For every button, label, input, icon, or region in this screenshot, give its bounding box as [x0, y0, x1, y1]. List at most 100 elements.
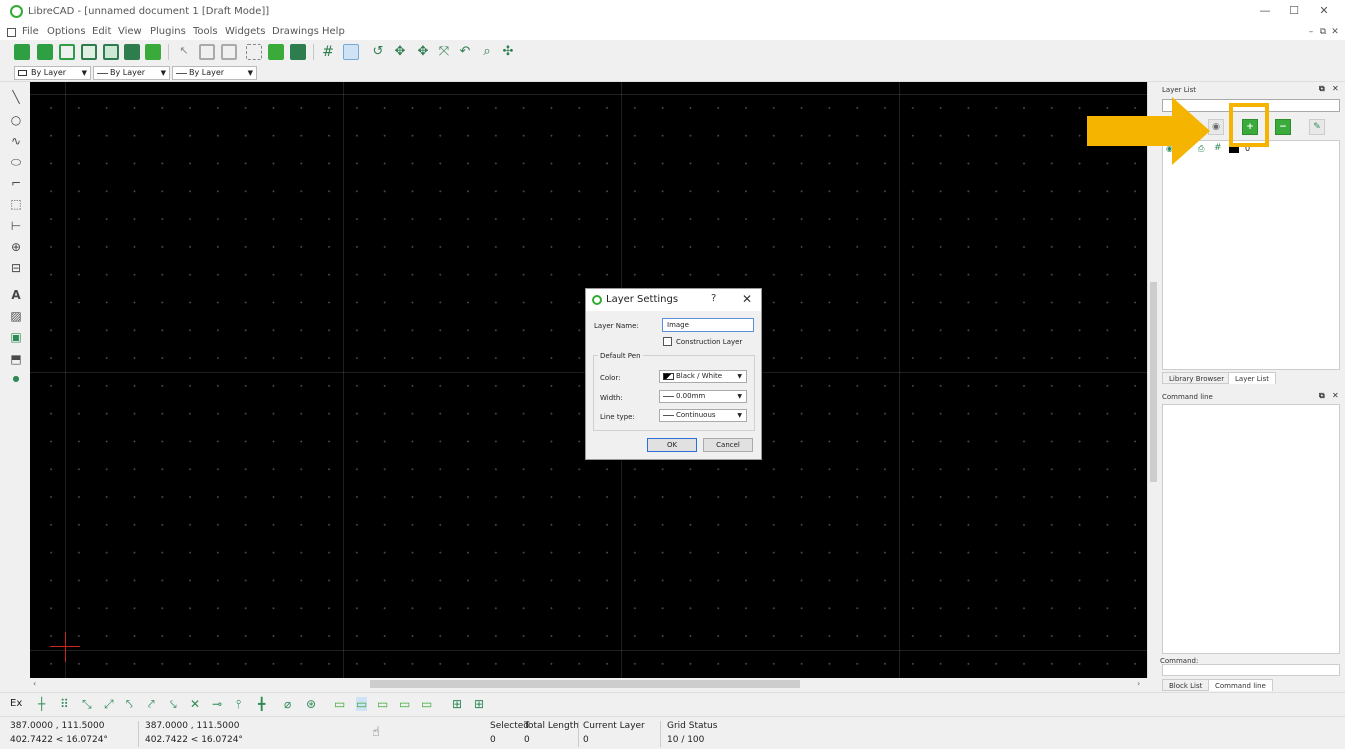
horizontal-scrollbar[interactable]: ‹ ›: [30, 678, 1147, 690]
menu-plugins[interactable]: Plugins: [150, 26, 186, 37]
close-panel-icon[interactable]: ✕: [1332, 84, 1339, 93]
restrict-vertical-icon[interactable]: ⫯: [236, 697, 241, 712]
select-pointer-icon[interactable]: ↖: [176, 44, 192, 60]
point-tool-icon[interactable]: ●: [9, 372, 23, 386]
pen-linetype-combo[interactable]: By Layer ▼: [172, 66, 257, 80]
minimize-button[interactable]: —: [1257, 4, 1273, 18]
measure-tool-icon[interactable]: ⊟: [9, 261, 23, 275]
pen-color-combo[interactable]: By Layer ▼: [14, 66, 91, 80]
snap-endpoint-icon[interactable]: ⤡: [82, 697, 92, 712]
view-mode-1-icon[interactable]: ▭: [334, 697, 345, 711]
image-tool-icon[interactable]: ▣: [9, 330, 23, 344]
ellipse-tool-icon[interactable]: ⬭: [9, 155, 23, 169]
menu-widgets[interactable]: Widgets: [225, 26, 265, 37]
close-panel-icon[interactable]: ✕: [1332, 391, 1339, 400]
menu-drawings[interactable]: Drawings: [272, 26, 319, 37]
zoom-out-icon[interactable]: ✥: [415, 44, 431, 60]
circle-tool-icon[interactable]: ○: [9, 113, 23, 127]
construction-icon[interactable]: #: [1214, 143, 1222, 153]
scroll-left-icon[interactable]: ‹: [33, 679, 36, 688]
float-panel-icon[interactable]: ⧉: [1319, 84, 1325, 94]
snap-middle-icon[interactable]: ⤤: [148, 697, 155, 712]
print-icon[interactable]: [124, 44, 140, 60]
polyline-tool-icon[interactable]: ⌐: [9, 176, 23, 190]
width-combo[interactable]: 0.00mm ▼: [659, 390, 747, 403]
view-mode-4-icon[interactable]: ▭: [399, 697, 410, 711]
new-file-icon[interactable]: [14, 44, 30, 60]
menu-file[interactable]: File: [22, 26, 39, 37]
toggle-visibility-icon[interactable]: ◉: [1208, 119, 1224, 135]
snap-free-icon[interactable]: ┼: [38, 697, 45, 711]
edit-layer-button[interactable]: ✎: [1309, 119, 1325, 135]
snap-intersection-icon[interactable]: ✕: [190, 697, 200, 711]
view-mode-5-icon[interactable]: ▭: [421, 697, 432, 711]
redraw-icon[interactable]: ↺: [370, 44, 386, 60]
tab-block-list[interactable]: Block List: [1162, 679, 1210, 691]
set-relative-zero-icon[interactable]: ⌀: [284, 697, 291, 711]
menu-tools[interactable]: Tools: [193, 26, 218, 37]
save-icon[interactable]: [81, 44, 97, 60]
grid-toggle-icon[interactable]: #: [320, 44, 336, 60]
vertical-scroll-thumb[interactable]: [1150, 282, 1157, 482]
pen-width-combo[interactable]: By Layer ▼: [93, 66, 170, 80]
mdi-restore-button[interactable]: ⧉: [1318, 27, 1328, 37]
linetype-combo[interactable]: Continuous ▼: [659, 409, 747, 422]
dialog-close-button[interactable]: ✕: [742, 292, 752, 306]
block-tool-icon[interactable]: ⬒: [9, 352, 23, 366]
zoom-window-icon[interactable]: ⌕: [479, 44, 495, 60]
print-preview-icon[interactable]: [145, 44, 161, 60]
curve-tool-icon[interactable]: ∿: [9, 134, 23, 148]
snap-center-icon[interactable]: ⤣: [126, 697, 133, 712]
construction-layer-checkbox[interactable]: [663, 337, 672, 346]
insert-block-icon[interactable]: ⊞: [474, 697, 484, 711]
save-as-icon[interactable]: [103, 44, 119, 60]
ok-button[interactable]: OK: [647, 438, 697, 452]
remove-layer-button[interactable]: −: [1275, 119, 1291, 135]
command-input[interactable]: [1162, 664, 1340, 676]
menu-help[interactable]: Help: [322, 26, 345, 37]
snap-distance-icon[interactable]: ⤥: [170, 697, 177, 712]
modify-tool-icon[interactable]: ⊕: [9, 240, 23, 254]
view-mode-2-icon[interactable]: ▭: [356, 697, 368, 711]
maximize-button[interactable]: ☐: [1286, 4, 1302, 18]
undo-icon[interactable]: [268, 44, 284, 60]
color-combo[interactable]: Black / White ▼: [659, 370, 747, 383]
float-panel-icon[interactable]: ⧉: [1319, 391, 1325, 401]
redo-icon[interactable]: [290, 44, 306, 60]
layer-name-input[interactable]: Image: [662, 318, 754, 332]
vertical-scrollbar[interactable]: [1147, 82, 1158, 678]
menu-view[interactable]: View: [118, 26, 142, 37]
open-folder-icon[interactable]: [59, 44, 75, 60]
help-button[interactable]: ?: [711, 293, 716, 304]
scroll-right-icon[interactable]: ›: [1137, 679, 1140, 688]
close-button[interactable]: ✕: [1316, 4, 1332, 18]
paste-icon[interactable]: [246, 44, 262, 60]
hatch-tool-icon[interactable]: ▨: [9, 309, 23, 323]
tab-command-line[interactable]: Command line: [1208, 679, 1273, 691]
snap-grid-icon[interactable]: ⠿: [60, 697, 69, 711]
menu-options[interactable]: Options: [47, 26, 86, 37]
tab-layer-list[interactable]: Layer List: [1228, 372, 1276, 384]
zoom-auto-icon[interactable]: ⤧: [436, 44, 452, 60]
select-tool-icon[interactable]: ⬚: [9, 197, 23, 211]
zoom-pan-icon[interactable]: ✣: [500, 44, 516, 60]
text-tool-icon[interactable]: A: [9, 288, 23, 302]
view-mode-3-icon[interactable]: ▭: [377, 697, 388, 711]
dimension-tool-icon[interactable]: ⊢: [9, 219, 23, 233]
copy-icon[interactable]: [221, 44, 237, 60]
menu-edit[interactable]: Edit: [92, 26, 111, 37]
line-tool-icon[interactable]: ╲: [9, 90, 23, 104]
add-block-icon[interactable]: ⊞: [452, 697, 462, 711]
snap-on-entity-icon[interactable]: ⤢: [104, 697, 114, 712]
restrict-horizontal-icon[interactable]: ⊸: [212, 697, 222, 711]
mdi-close-button[interactable]: ✕: [1330, 27, 1340, 37]
mdi-minimize-button[interactable]: –: [1306, 27, 1316, 37]
new-from-template-icon[interactable]: [37, 44, 53, 60]
lock-relative-zero-icon[interactable]: ⊛: [306, 697, 316, 711]
zoom-previous-icon[interactable]: ↶: [457, 44, 473, 60]
cut-icon[interactable]: [199, 44, 215, 60]
horizontal-scroll-thumb[interactable]: [370, 680, 800, 688]
draft-mode-icon[interactable]: [343, 44, 359, 60]
cancel-button[interactable]: Cancel: [703, 438, 753, 452]
tab-library-browser[interactable]: Library Browser: [1162, 372, 1232, 384]
